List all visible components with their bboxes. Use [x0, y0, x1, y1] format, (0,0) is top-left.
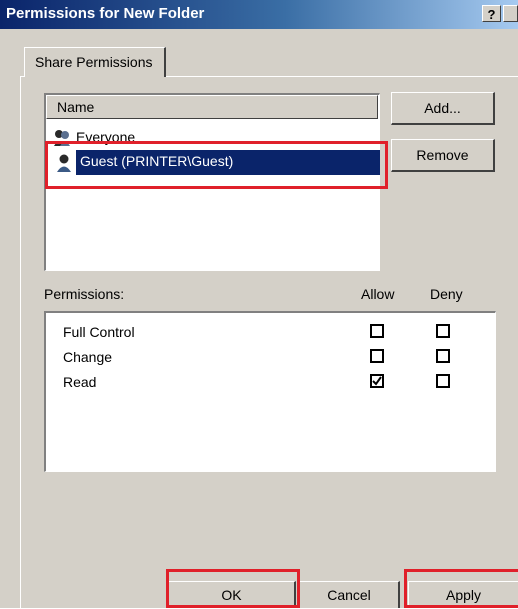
- perm-row-full-control: Full Control: [63, 324, 483, 346]
- permissions-label: Permissions:: [44, 286, 125, 302]
- allow-read-checkbox[interactable]: [370, 374, 384, 388]
- perm-row-change: Change: [63, 349, 483, 371]
- allow-change-checkbox[interactable]: [370, 349, 384, 363]
- perm-name: Read: [63, 374, 97, 390]
- window-title: Permissions for New Folder: [6, 5, 205, 22]
- deny-column-header: Deny: [430, 286, 463, 302]
- deny-read-checkbox[interactable]: [436, 374, 450, 388]
- name-column-label: Name: [57, 99, 95, 115]
- highlight-guest-row: [45, 141, 388, 189]
- close-button[interactable]: [503, 5, 518, 22]
- checkmark-icon: [372, 376, 382, 386]
- deny-change-checkbox[interactable]: [436, 349, 450, 363]
- perm-name: Change: [63, 349, 113, 365]
- allow-column-header: Allow: [361, 286, 395, 302]
- name-column-header[interactable]: Name: [46, 95, 378, 119]
- perm-name: Full Control: [63, 324, 135, 340]
- remove-button[interactable]: Remove: [391, 139, 495, 172]
- allow-full-control-checkbox[interactable]: [370, 324, 384, 338]
- permissions-list: Full Control Change Read: [44, 311, 496, 472]
- permissions-dialog: Permissions for New Folder ? Share Permi…: [0, 0, 518, 608]
- cancel-button[interactable]: Cancel: [299, 581, 400, 608]
- tab-share-permissions[interactable]: Share Permissions: [24, 47, 166, 77]
- highlight-apply-button: [404, 569, 518, 608]
- help-button[interactable]: ?: [482, 5, 501, 22]
- deny-full-control-checkbox[interactable]: [436, 324, 450, 338]
- highlight-ok-button: [166, 569, 300, 608]
- add-button[interactable]: Add...: [391, 92, 495, 125]
- tab-label: Share Permissions: [35, 54, 153, 70]
- title-bar[interactable]: Permissions for New Folder ?: [0, 0, 518, 29]
- perm-row-read: Read: [63, 374, 483, 396]
